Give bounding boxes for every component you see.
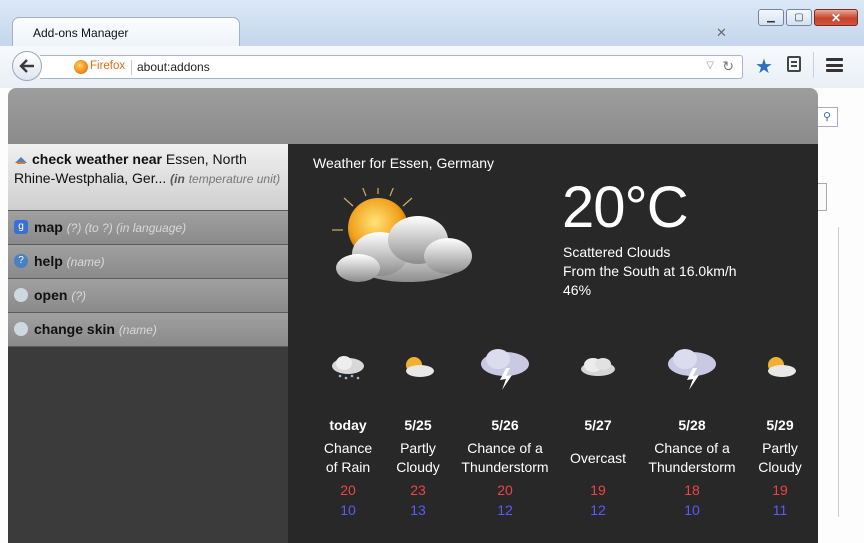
forecast-day: 5/25 Partly Cloudy 23 13 xyxy=(392,354,444,518)
bookmarks-menu-icon[interactable] xyxy=(787,56,801,72)
command-item-map[interactable]: g map (?) (to ?) (in language) xyxy=(8,211,288,245)
google-icon: g xyxy=(14,220,28,234)
command-item-help[interactable]: ? help (name) xyxy=(8,245,288,279)
tab-close-icon[interactable]: ✕ xyxy=(716,25,727,41)
thunderstorm-icon xyxy=(668,349,716,390)
weather-heading: Weather for Essen, Germany xyxy=(313,155,495,171)
command-item-change-skin[interactable]: change skin (name) xyxy=(8,313,288,347)
url-dropdown-icon[interactable]: ▽ xyxy=(706,60,714,71)
humidity-info: 46% xyxy=(563,282,592,298)
bookmark-star-icon[interactable]: ★ xyxy=(755,54,773,79)
current-condition: Scattered Clouds xyxy=(563,244,671,260)
forecast-day: 5/28 Chance of a Thunderstorm 18 10 xyxy=(644,349,740,518)
rain-cloud-icon xyxy=(332,356,364,380)
partly-cloudy-icon xyxy=(406,357,434,377)
wind-info: From the South at 16.0km/h xyxy=(563,263,737,279)
addons-search-icon[interactable]: ⚲ xyxy=(816,107,838,127)
navigation-toolbar: Firefox about:addons ▽ ↻ xyxy=(0,46,864,89)
command-item-open[interactable]: open (?) xyxy=(8,279,288,313)
weather-command-icon xyxy=(15,157,27,164)
url-separator xyxy=(131,60,132,75)
open-icon xyxy=(14,288,28,302)
addons-side-panel xyxy=(818,227,839,517)
partly-cloudy-icon xyxy=(768,357,796,377)
command-input-bar[interactable] xyxy=(8,88,818,144)
firefox-icon xyxy=(74,60,88,74)
identity-label: Firefox xyxy=(90,60,126,72)
minimize-button[interactable]: ▁ xyxy=(758,9,784,26)
window-controls: ▁ ▢ ✕ xyxy=(758,9,858,26)
forecast-day: 5/29 Partly Cloudy 19 11 xyxy=(754,354,806,518)
help-icon: ? xyxy=(14,254,28,268)
forecast-day: 5/27 Overcast 19 12 xyxy=(564,354,632,518)
command-item-check-weather[interactable]: check weather near Essen, North Rhine-We… xyxy=(8,144,288,211)
back-arrow-icon xyxy=(19,59,34,73)
weather-preview: Weather for Essen, Germany 20°C Scattere… xyxy=(288,144,818,543)
back-button[interactable] xyxy=(12,51,42,81)
overcast-icon xyxy=(581,358,615,376)
forecast-day: 5/26 Chance of a Thunderstorm 20 12 xyxy=(458,349,552,518)
forecast-day: today Chance of Rain 20 10 xyxy=(320,354,376,518)
toolbar-separator xyxy=(813,52,814,78)
thunderstorm-icon xyxy=(481,349,529,390)
menu-icon[interactable] xyxy=(826,58,843,72)
command-list: check weather near Essen, North Rhine-We… xyxy=(8,144,288,543)
current-temperature: 20°C xyxy=(562,175,689,240)
tab-addons-manager[interactable]: Add-ons Manager xyxy=(12,17,240,47)
maximize-button[interactable]: ▢ xyxy=(786,9,812,26)
url-bar[interactable]: Firefox about:addons ▽ ↻ xyxy=(40,55,743,79)
url-text[interactable]: about:addons xyxy=(137,60,210,74)
scattered-clouds-icon xyxy=(332,188,472,282)
tab-title: Add-ons Manager xyxy=(33,26,129,40)
close-window-button[interactable]: ✕ xyxy=(814,9,858,26)
reload-icon[interactable]: ↻ xyxy=(722,58,734,75)
skin-icon xyxy=(14,322,28,336)
